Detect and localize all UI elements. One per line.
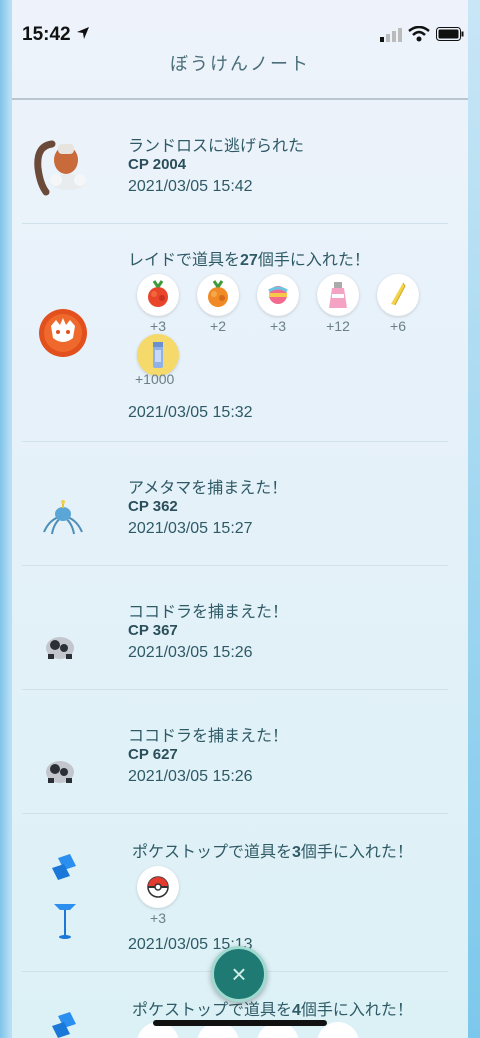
item-count: +2 [210, 318, 226, 334]
status-bar: 15:42 [0, 0, 480, 52]
entry-cp: CP 2004 [128, 156, 187, 173]
pokestop-icon [52, 1012, 76, 1038]
item-count: +3 [150, 318, 166, 334]
item-reward: +3 [137, 274, 179, 334]
golden-razz-berry-icon [197, 274, 239, 316]
landorus-icon [34, 140, 86, 196]
entry-timestamp: 2021/03/05 15:26 [128, 644, 253, 661]
entry-title: ランドロスに逃げられた [128, 138, 305, 155]
wifi-icon [408, 26, 430, 42]
title-count: 27 [240, 252, 258, 269]
stardust-icon [137, 334, 179, 376]
entry-timestamp: 2021/03/05 15:26 [128, 768, 253, 785]
item-reward: +12 [317, 274, 359, 334]
aron-icon [46, 761, 74, 783]
status-time: 15:42 [22, 24, 71, 45]
log-entry[interactable]: ココドラを捕まえた！ CP 367 2021/03/05 15:26 [22, 566, 448, 690]
razz-berry-icon [137, 274, 179, 316]
entry-timestamp: 2021/03/05 15:32 [128, 404, 253, 421]
potion-icon [317, 274, 359, 316]
close-button[interactable]: × [211, 946, 267, 1002]
entry-cp: CP 627 [128, 746, 178, 763]
entry-title: ココドラを捕まえた！ [128, 604, 289, 621]
aron-icon [46, 637, 74, 659]
log-entry[interactable]: ココドラを捕まえた！ CP 627 2021/03/05 15:26 [22, 690, 448, 814]
location-arrow-icon [77, 27, 89, 39]
signal-icon [380, 28, 402, 42]
log-entry[interactable]: レイドで道具を27個手に入れた！ +3 +2 +3 +12 +6 +1000 2… [22, 224, 448, 442]
raid-icon [39, 309, 87, 357]
home-indicator[interactable] [153, 1020, 327, 1026]
entry-title: アメタマを捕まえた！ [128, 480, 288, 497]
surskit-icon [43, 500, 83, 535]
item-count: +12 [326, 318, 350, 334]
page-title: ぼうけんノート [170, 54, 310, 74]
log-entry[interactable]: アメタマを捕まえた！ CP 362 2021/03/05 15:27 [22, 442, 448, 566]
item-count: +1000 [135, 371, 175, 387]
entry-title: ポケストップで道具を3個手に入れた！ [132, 838, 413, 862]
screen-edge [468, 0, 480, 1038]
item-reward: +3 [257, 274, 299, 334]
entry-timestamp: 2021/03/05 15:27 [128, 520, 253, 537]
entry-title: ポケストップで道具を4個手に入れた！ [132, 996, 413, 1020]
item-reward [137, 334, 179, 376]
item-count: +3 [270, 318, 286, 334]
item-reward: +2 [197, 274, 239, 334]
title-suffix: 個手に入れた！ [300, 844, 413, 861]
title-prefix: ポケストップで道具を [132, 1002, 293, 1019]
entry-cp: CP 367 [128, 622, 178, 639]
title-prefix: レイドで道具を [128, 252, 241, 269]
title-suffix: 個手に入れた！ [300, 1002, 413, 1019]
item-count: +3 [150, 910, 166, 926]
entry-title: レイドで道具を27個手に入れた！ [128, 246, 370, 270]
log-entry[interactable]: ランドロスに逃げられた CP 2004 2021/03/05 15:42 [22, 100, 448, 224]
title-suffix: 個手に入れた！ [257, 252, 370, 269]
entry-title: ココドラを捕まえた！ [128, 728, 289, 745]
pokestop-icon [52, 854, 76, 939]
battery-icon [436, 27, 464, 41]
item-count: +6 [390, 318, 406, 334]
fast-tm-icon [377, 274, 419, 316]
item-reward: +6 [377, 274, 419, 334]
title-count: 4 [292, 1002, 301, 1019]
poke-ball-icon [137, 866, 179, 908]
title-prefix: ポケストップで道具を [132, 844, 293, 861]
rare-candy-icon [257, 274, 299, 316]
title-count: 3 [292, 844, 301, 861]
item-reward: +3 [137, 866, 179, 926]
entry-timestamp: 2021/03/05 15:42 [128, 178, 253, 195]
entry-cp: CP 362 [128, 498, 178, 515]
